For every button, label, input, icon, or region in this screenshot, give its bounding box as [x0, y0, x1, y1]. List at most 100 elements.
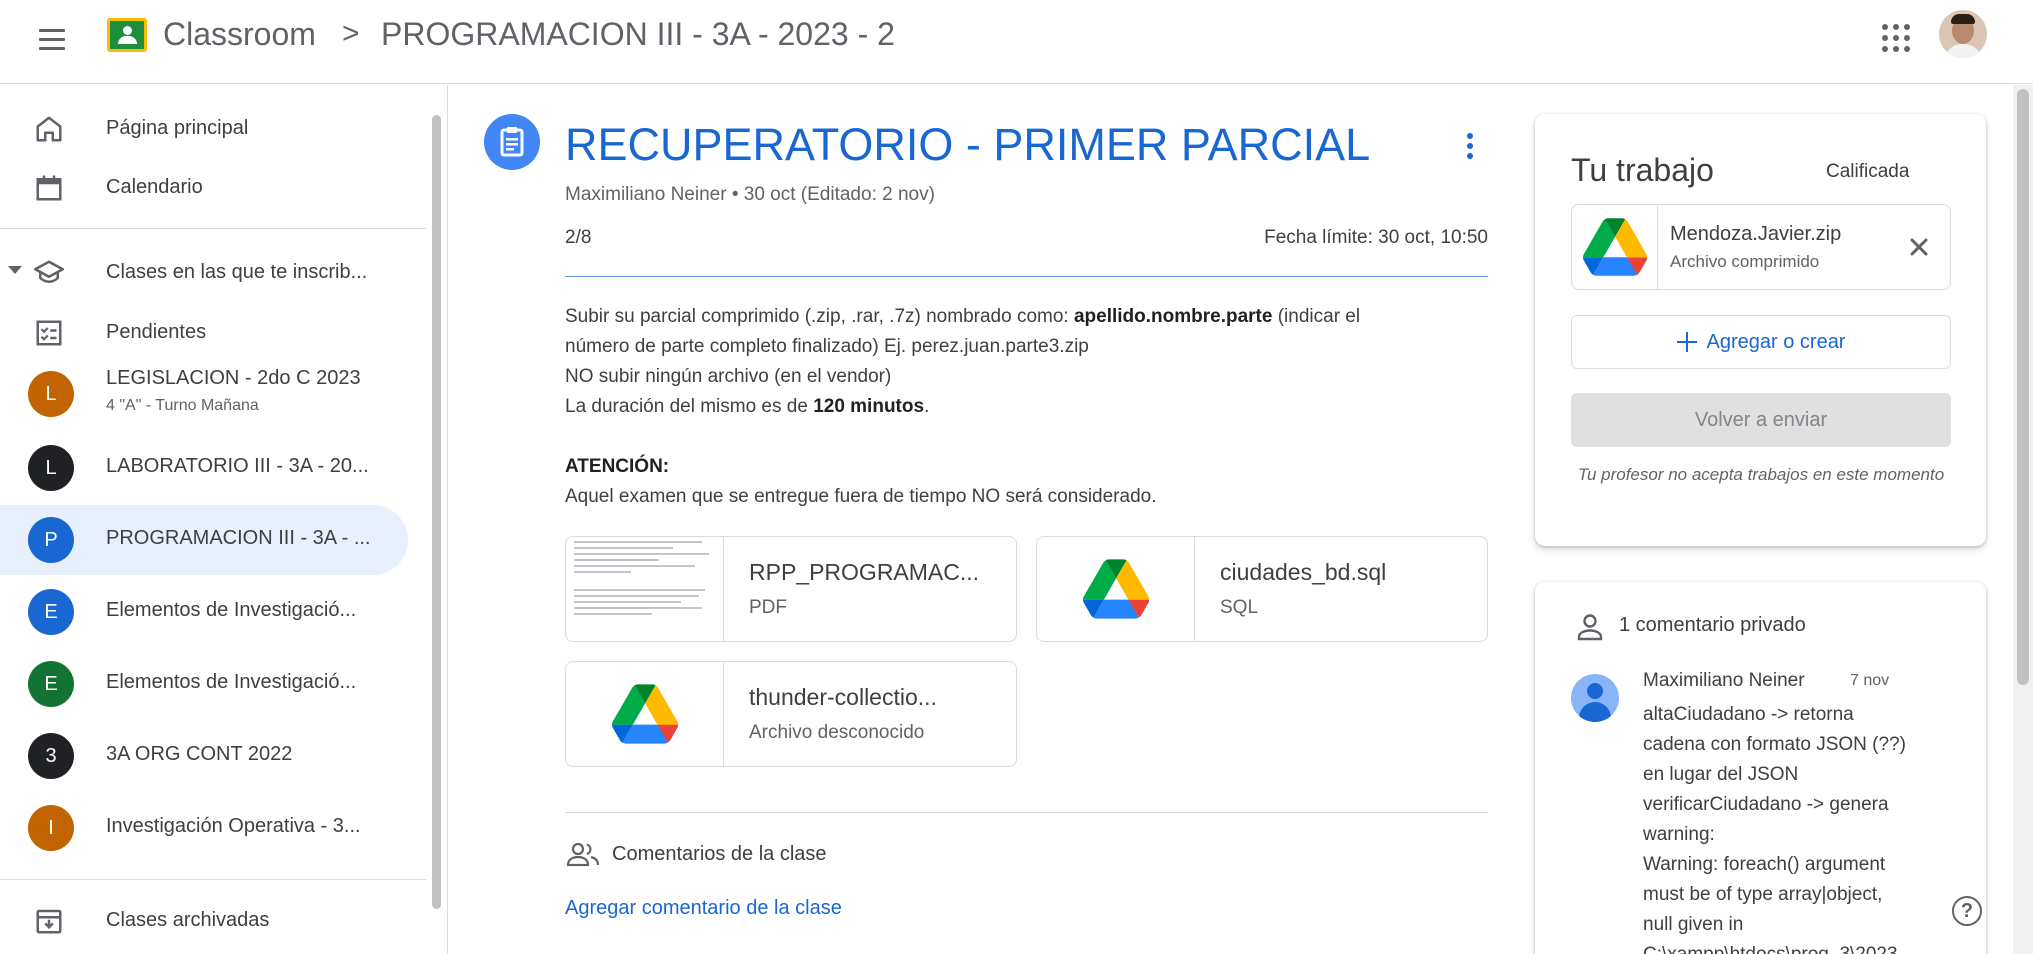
class-name: LEGISLACION - 2do C 2023: [106, 367, 361, 389]
sidebar-class-item[interactable]: E Elementos de Investigació...: [0, 649, 408, 719]
attachment-name: ciudades_bd.sql: [1220, 559, 1387, 585]
breadcrumb-chevron-icon: >: [342, 17, 360, 50]
expand-caret-icon[interactable]: [8, 266, 22, 274]
nav-todo[interactable]: Pendientes: [0, 302, 408, 362]
main-menu-icon[interactable]: [30, 17, 74, 61]
nav-calendar-label: Calendario: [106, 175, 203, 198]
sidebar-class-item[interactable]: 3 3A ORG CONT 2022: [0, 721, 408, 791]
school-cap-icon: [34, 260, 64, 284]
attachment-type: Archivo desconocido: [749, 722, 925, 743]
description-text: (indicar el: [1272, 306, 1361, 327]
comment-line: altaCiudadano -> retorna: [1643, 704, 1854, 725]
class-section: 4 "A" - Turno Mañana: [106, 397, 259, 414]
sidebar-class-item[interactable]: L LEGISLACION - 2do C 2023 4 "A" - Turno…: [0, 357, 408, 431]
private-comments-card: 1 comentario privado Maximiliano Neiner …: [1535, 582, 1986, 954]
nav-home[interactable]: Página principal: [0, 98, 408, 158]
resubmit-button[interactable]: Volver a enviar: [1571, 393, 1951, 447]
class-initial-avatar: E: [28, 589, 74, 635]
assignment-meta: Maximiliano Neiner • 30 oct (Editado: 2 …: [565, 184, 935, 205]
person-icon: [1577, 614, 1603, 641]
google-drive-icon: [1083, 559, 1149, 619]
attachment-name: RPP_PROGRAMAC...: [749, 559, 980, 585]
page-scrollbar[interactable]: [2013, 85, 2033, 954]
calendar-icon: [36, 175, 62, 201]
classroom-logo-icon[interactable]: [107, 18, 147, 52]
description-text: NO subir ningún archivo (en el vendor): [565, 366, 892, 387]
comment-line: must be of type array|object,: [1643, 884, 1883, 905]
add-or-create-button[interactable]: Agregar o crear: [1571, 315, 1951, 369]
work-status: Calificada: [1826, 161, 1910, 182]
archive-icon: [36, 909, 62, 934]
sidebar-class-item[interactable]: I Investigación Operativa - 3...: [0, 793, 408, 863]
comment-date: 7 nov: [1850, 672, 1890, 689]
help-icon[interactable]: ?: [1952, 896, 1982, 926]
divider: [0, 879, 426, 880]
description-text: .: [924, 396, 930, 417]
class-initial-avatar: P: [28, 517, 74, 563]
description-text: Aquel examen que se entregue fuera de ti…: [565, 486, 1157, 507]
sidebar-class-item[interactable]: E Elementos de Investigació...: [0, 577, 408, 647]
description-text: Subir su parcial comprimido (.zip, .rar,…: [565, 306, 1074, 327]
nav-enrolled-label: Clases en las que te inscrib...: [106, 260, 368, 283]
class-initial-avatar: L: [28, 445, 74, 491]
sidebar-scrollbar-thumb[interactable]: [432, 115, 441, 909]
submitted-file-type: Archivo comprimido: [1670, 252, 1820, 271]
attachment-card[interactable]: thunder-collectio... Archivo desconocido: [565, 661, 1017, 767]
assignment-description: Subir su parcial comprimido (.zip, .rar,…: [565, 302, 1495, 512]
attachment-card[interactable]: RPP_PROGRAMAC... PDF: [565, 536, 1017, 642]
no-accept-notice: Tu profesor no acepta trabajos en este m…: [1577, 465, 1945, 484]
add-class-comment-link[interactable]: Agregar comentario de la clase: [565, 897, 842, 920]
description-bold: ATENCIÓN:: [565, 456, 670, 477]
attachment-type: PDF: [749, 597, 787, 618]
comment-author: Maximiliano Neiner: [1643, 670, 1805, 691]
comment-line: cadena con formato JSON (??): [1643, 734, 1906, 755]
submitted-file-chip[interactable]: Mendoza.Javier.zip Archivo comprimido: [1571, 204, 1951, 290]
people-icon: [566, 842, 600, 867]
remove-file-close-icon[interactable]: [1899, 227, 1939, 267]
attachment-type: SQL: [1220, 597, 1259, 618]
sidebar-class-item-active[interactable]: P PROGRAMACION III - 3A - ...: [0, 505, 408, 575]
assignment-icon: [484, 114, 540, 170]
submitted-file-name: Mendoza.Javier.zip: [1670, 223, 1842, 245]
nav-enrolled-classes[interactable]: Clases en las que te inscrib...: [0, 242, 408, 302]
assignment-due-date: Fecha límite: 30 oct, 10:50: [1264, 227, 1488, 248]
comment-line: Warning: foreach() argument: [1643, 854, 1886, 875]
nav-calendar[interactable]: Calendario: [0, 157, 408, 217]
class-comments-heading: Comentarios de la clase: [612, 843, 827, 865]
class-initial-avatar: I: [28, 805, 74, 851]
description-text: La duración del mismo es de: [565, 396, 814, 417]
divider: [0, 228, 426, 229]
plus-icon: [1676, 332, 1697, 352]
class-initial-avatar: L: [28, 371, 74, 417]
divider: [565, 276, 1488, 277]
home-icon: [36, 116, 62, 142]
comment-body: altaCiudadano -> retorna cadena con form…: [1643, 700, 1963, 954]
drive-thumbnail: [566, 662, 724, 766]
drive-thumbnail: [1037, 537, 1195, 641]
class-initial-avatar: E: [28, 661, 74, 707]
account-avatar[interactable]: [1939, 10, 1987, 58]
divider: [565, 812, 1488, 813]
description-bold: 120 minutos: [813, 396, 925, 417]
app-title[interactable]: Classroom: [163, 14, 316, 54]
nav-todo-label: Pendientes: [106, 320, 207, 343]
description-text: número de parte completo finalizado) Ej.…: [565, 336, 1089, 357]
assignment-title: RECUPERATORIO - PRIMER PARCIAL: [565, 119, 1371, 170]
more-options-icon[interactable]: [1450, 126, 1490, 166]
breadcrumb-class-name[interactable]: PROGRAMACION III - 3A - 2023 - 2: [381, 14, 895, 54]
google-apps-icon[interactable]: [1873, 15, 1919, 61]
class-name: LABORATORIO III - 3A - 20...: [106, 455, 369, 477]
sidebar-class-item[interactable]: L LABORATORIO III - 3A - 20...: [0, 433, 408, 503]
attachment-card[interactable]: ciudades_bd.sql SQL: [1036, 536, 1488, 642]
nav-archived-label: Clases archivadas: [106, 908, 270, 931]
todo-list-icon: [36, 320, 62, 346]
nav-archived[interactable]: Clases archivadas: [0, 890, 408, 950]
class-name: Elementos de Investigació...: [106, 671, 357, 693]
comment-line: en lugar del JSON: [1643, 764, 1799, 785]
class-name: PROGRAMACION III - 3A - ...: [106, 527, 371, 549]
private-comments-heading: 1 comentario privado: [1619, 614, 1806, 636]
page-scrollbar-thumb[interactable]: [2017, 89, 2029, 685]
google-drive-icon: [1583, 218, 1647, 276]
description-bold: apellido.nombre.parte: [1073, 306, 1273, 327]
attachment-name: thunder-collectio...: [749, 684, 937, 710]
